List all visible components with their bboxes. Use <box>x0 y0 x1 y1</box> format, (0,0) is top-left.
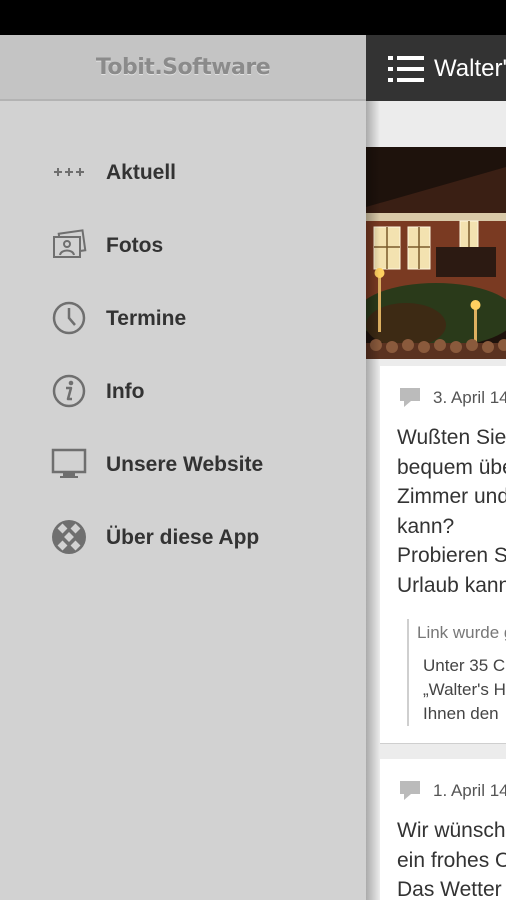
post-line: Probieren Si <box>397 544 506 567</box>
link-line: „Walter's H <box>423 680 506 699</box>
menu-label: Info <box>106 380 145 403</box>
link-line: Ihnen den <box>423 704 499 723</box>
drawer-menu: Aktuell Fotos Termine Info Unsere Websit… <box>0 136 366 574</box>
post-line: bequem übe <box>397 455 506 479</box>
post-text: Wußten Sie bequem übe Zimmer und kann? P… <box>397 423 506 600</box>
app-title: Walter's Hof <box>434 55 506 82</box>
link-preview[interactable]: Link wurde g Unter 35 C „Walter's H Ihne… <box>407 619 506 726</box>
link-title: Link wurde g <box>417 623 506 642</box>
post-line: Wußten Sie <box>397 426 506 449</box>
menu-item-website[interactable]: Unsere Website <box>0 428 366 501</box>
menu-item-termine[interactable]: Termine <box>0 282 366 355</box>
menu-label: Über diese App <box>106 526 260 549</box>
post-date: 1. April 14 <box>433 781 506 800</box>
status-bar <box>0 0 506 35</box>
brand-logo: Tobit.Software <box>95 55 271 80</box>
post-line: kann? <box>397 514 455 538</box>
menu-label: Fotos <box>106 234 164 257</box>
link-excerpt: Unter 35 C „Walter's H Ihnen den <box>423 654 506 726</box>
hero-photo[interactable] <box>366 147 506 359</box>
monitor-icon <box>51 446 87 482</box>
comment-icon <box>399 779 421 801</box>
tobit-logo-icon <box>51 519 87 555</box>
post-line: Urlaub kann <box>397 573 506 597</box>
post-date: 3. April 14 <box>433 388 506 407</box>
feed-card[interactable]: 3. April 14 Wußten Sie bequem übe Zimmer… <box>380 366 506 744</box>
menu-item-fotos[interactable]: Fotos <box>0 209 366 282</box>
post-text: Wir wünsch ein frohes O Das Wetter <box>397 816 506 900</box>
photos-icon <box>51 227 87 263</box>
plus-icon <box>51 154 87 190</box>
navigation-drawer: Tobit.Software Aktuell Fotos Termine Inf… <box>0 35 366 900</box>
feed-card[interactable]: 1. April 14 Wir wünsch ein frohes O Das … <box>380 759 506 900</box>
hamburger-icon[interactable] <box>388 55 424 83</box>
app-bar: Walter's Hof <box>366 35 506 101</box>
post-line: Wir wünsch <box>397 819 506 842</box>
post-line: Zimmer und <box>397 485 506 508</box>
menu-label: Unsere Website <box>106 453 264 476</box>
menu-label: Termine <box>106 307 187 330</box>
menu-item-info[interactable]: Info <box>0 355 366 428</box>
info-icon <box>51 373 87 409</box>
menu-item-about[interactable]: Über diese App <box>0 501 366 574</box>
drawer-shadow <box>366 101 380 900</box>
menu-item-aktuell[interactable]: Aktuell <box>0 136 366 209</box>
post-line: ein frohes O <box>397 848 506 872</box>
comment-icon <box>399 386 421 408</box>
menu-label: Aktuell <box>106 161 177 184</box>
clock-icon <box>51 300 87 336</box>
link-line: Unter 35 C <box>423 656 506 675</box>
drawer-header: Tobit.Software <box>0 35 366 101</box>
content-pane[interactable]: Walter's Hof <box>366 35 506 900</box>
post-line: Das Wetter <box>397 878 502 900</box>
